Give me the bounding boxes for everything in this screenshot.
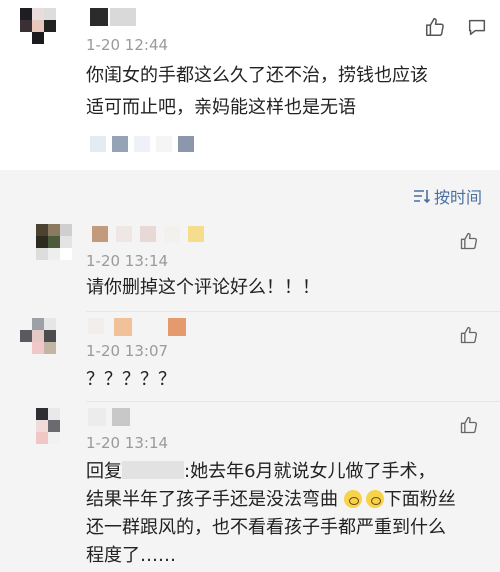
thumbs-up-icon[interactable] <box>456 412 482 438</box>
reply-text-segment: 结果半年了孩子手还是没法弯曲 <box>86 489 338 510</box>
thumbs-up-icon[interactable] <box>422 14 448 40</box>
reply-prefix: 回复 <box>86 461 122 482</box>
avatar[interactable] <box>20 318 56 354</box>
reply-timestamp: 1-20 13:14 <box>86 252 169 270</box>
comment-text-line-2: 适可而止吧，亲妈能这样也是无语 <box>86 97 356 118</box>
avatar[interactable] <box>20 8 56 44</box>
reply-timestamp: 1-20 13:14 <box>86 434 169 452</box>
avatar[interactable] <box>36 408 72 444</box>
username[interactable] <box>88 408 130 426</box>
username[interactable] <box>88 318 186 336</box>
reply-text-segment: 下面粉丝 <box>383 489 456 510</box>
divider <box>86 311 500 312</box>
main-comment: 1-20 12:44 你闺女的手都这么久了还不治，捞钱也应该 适可而止吧，亲妈能… <box>0 0 500 170</box>
username[interactable] <box>90 8 136 26</box>
emoji-icon <box>343 490 362 508</box>
comment-text-line-1: 你闺女的手都这么久了还不治，捞钱也应该 <box>86 65 428 86</box>
reply-text-rest: :她去年6月就说女儿做了手术， <box>184 461 436 482</box>
username[interactable] <box>92 226 204 242</box>
reply-text-line-4: 程度了…… <box>86 545 176 566</box>
divider <box>86 401 500 402</box>
reply-text: ？？？？？ <box>86 369 176 390</box>
sort-by-time[interactable]: 按时间 <box>412 184 482 208</box>
mentioned-username[interactable] <box>122 461 184 479</box>
emoji-icon <box>365 490 384 508</box>
comment-timestamp: 1-20 12:44 <box>86 36 169 54</box>
blurred-attachment-strip <box>90 136 194 152</box>
sort-label: 按时间 <box>433 188 482 207</box>
reply-text: 请你删掉这个评论好么！！！ <box>86 277 320 298</box>
thumbs-up-icon[interactable] <box>456 322 482 348</box>
reply-timestamp: 1-20 13:07 <box>86 342 169 360</box>
avatar[interactable] <box>36 224 72 260</box>
share-icon[interactable] <box>464 14 490 40</box>
thumbs-up-icon[interactable] <box>456 228 482 254</box>
sort-icon <box>413 190 430 204</box>
